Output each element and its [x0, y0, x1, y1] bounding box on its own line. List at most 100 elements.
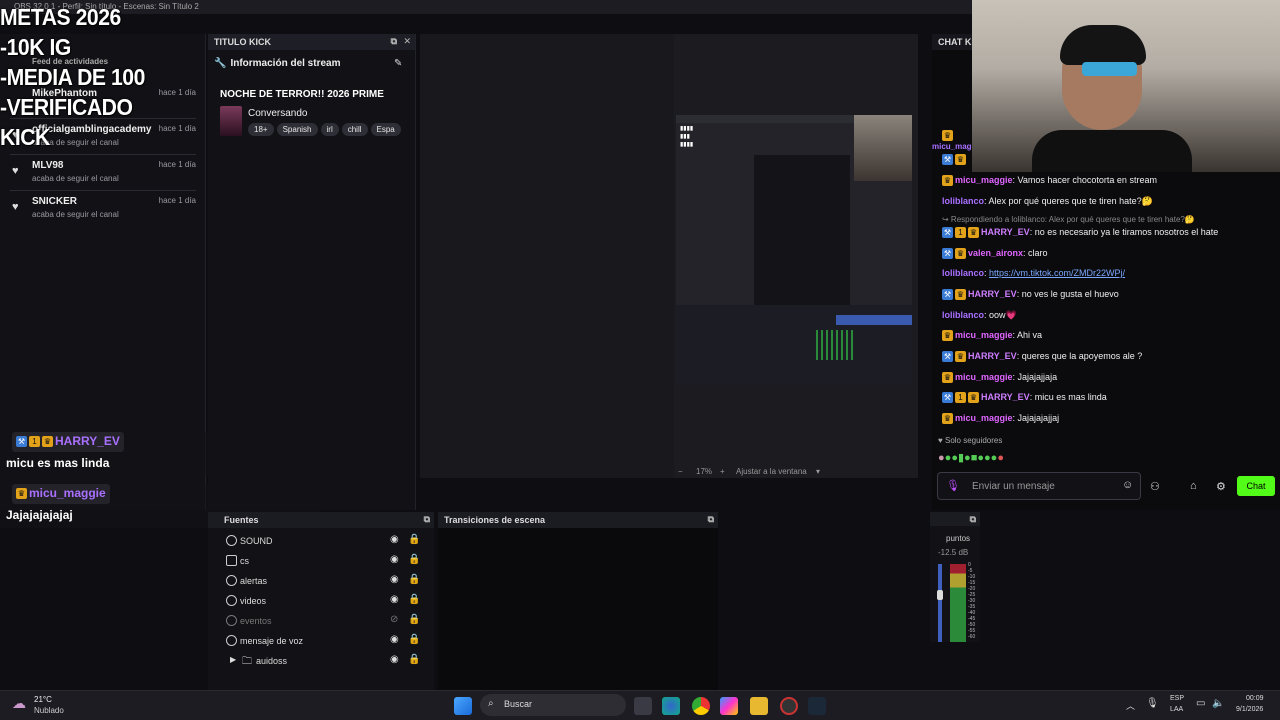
eye-icon[interactable]: ◉	[390, 534, 399, 545]
activity-name: MLV98	[32, 160, 64, 171]
chat-user[interactable]: HARRY_EV	[981, 392, 1030, 402]
eye-icon[interactable]: ◉	[390, 554, 399, 565]
clock-date[interactable]: 9/1/2026	[1236, 706, 1263, 713]
close-icon[interactable]: ✕	[403, 36, 411, 47]
network-icon[interactable]: ▭	[1196, 698, 1205, 709]
chat-input[interactable]: 🎙 Enviar un mensaje ☺	[937, 472, 1141, 500]
section-header: 🔧 Información del stream	[214, 58, 340, 69]
source-label: SOUND	[240, 536, 273, 546]
language-primary[interactable]: ESP	[1170, 695, 1184, 702]
source-item[interactable]: SOUND ◉ 🔒	[226, 532, 426, 552]
chat-link[interactable]: https://vm.tiktok.com/ZMDr22WPj/	[989, 268, 1125, 278]
chat-user[interactable]: micu_maggie	[955, 330, 1013, 340]
chevron-up-icon[interactable]: ︿	[1126, 699, 1135, 712]
speaker-icon[interactable]: 🔈	[1212, 698, 1224, 709]
chat-user[interactable]: HARRY_EV	[968, 351, 1017, 361]
stream-title: NOCHE DE TERROR!! 2026 PRIME	[220, 89, 384, 100]
taskbar-search[interactable]: ⌕ Buscar	[480, 694, 626, 716]
language-layout[interactable]: LAA	[1170, 706, 1183, 713]
audio-mixer-dock: ⧉ puntos -12.5 dB 0 -5 -10 -15 -20 -25 -30 -35-…	[930, 512, 980, 642]
expand-arrow-icon[interactable]: ▶	[230, 655, 236, 664]
emoji-icon[interactable]: ☺	[1122, 479, 1133, 491]
windows-start-icon[interactable]	[454, 697, 472, 715]
lock-icon[interactable]: 🔒	[408, 574, 420, 585]
volume-slider-handle[interactable]	[937, 590, 943, 600]
chat-user[interactable]: loliblanco	[942, 196, 984, 206]
source-label: cs	[240, 556, 249, 566]
steam-icon[interactable]	[808, 697, 826, 715]
eye-hidden-icon[interactable]: ⊘	[390, 614, 398, 625]
emote-icon[interactable]: ●	[997, 452, 1004, 464]
lock-icon[interactable]: 🔒	[408, 634, 420, 645]
edit-icon[interactable]: ✎	[394, 58, 402, 69]
clock-time[interactable]: 00:09	[1246, 695, 1264, 702]
chat-send-button[interactable]: Chat	[1237, 476, 1275, 496]
chat-message: ⚒ 1 ♛ HARRY_EV: micu es mas linda	[942, 392, 1107, 404]
wrench-icon: 🔧	[214, 58, 227, 69]
undock-icon[interactable]: ⧉	[970, 514, 976, 525]
chat-user[interactable]: micu_maggie	[955, 413, 1013, 423]
emote-icon[interactable]: ●	[977, 452, 984, 464]
eye-icon[interactable]: ◉	[390, 594, 399, 605]
chrome-icon[interactable]	[692, 697, 710, 715]
user-options-icon[interactable]: ⚇	[1150, 480, 1160, 493]
emote-icon[interactable]: ●	[984, 452, 991, 464]
chat-user[interactable]: loliblanco	[942, 268, 984, 278]
lock-icon[interactable]: 🔒	[408, 554, 420, 565]
source-item[interactable]: ▶ 🗀 auidoss ◉ 🔒	[226, 652, 426, 672]
chat-message: ♛ micu_maggie: Ahi va	[942, 330, 1043, 342]
emote-icon[interactable]: ●	[951, 452, 958, 464]
emote-bar[interactable]: ●●●▮●■●●●●	[938, 451, 1004, 464]
lock-icon[interactable]: 🔒	[408, 654, 420, 665]
undock-icon[interactable]: ⧉	[424, 514, 430, 525]
chat-user[interactable]: valen_aironx	[968, 248, 1023, 258]
weather-icon[interactable]: ☁	[12, 695, 26, 712]
lock-icon[interactable]: 🔒	[408, 534, 420, 545]
weather-temp[interactable]: 21°C	[34, 695, 52, 704]
zoom-out-button[interactable]: −	[678, 467, 683, 476]
emote-icon[interactable]: ●	[938, 452, 945, 464]
chat-user[interactable]: micu_maggie	[955, 372, 1013, 382]
chat-user[interactable]: HARRY_EV	[968, 289, 1017, 299]
goal-line: METAS 2026	[0, 4, 121, 30]
edge-icon[interactable]	[662, 697, 680, 715]
sources-dock: Fuentes ⧉ SOUND ◉ 🔒 cs ◉ 🔒 alertas ◉ 🔒 videos ◉ 🔒…	[208, 512, 434, 690]
source-item[interactable]: alertas ◉ 🔒	[226, 572, 426, 592]
copilot-icon[interactable]	[720, 697, 738, 715]
source-item[interactable]: cs ◉ 🔒	[226, 552, 426, 572]
chat-user[interactable]: loliblanco	[942, 310, 984, 320]
obs-icon[interactable]	[780, 697, 798, 715]
overlay-goals: METAS 2026 -10K IG -MEDIA DE 100 -VERIFI…	[0, 2, 200, 152]
lock-icon[interactable]: 🔒	[408, 594, 420, 605]
activity-item[interactable]: ♥ SNICKER hace 1 día acaba de seguir el …	[0, 196, 206, 230]
microphone-icon[interactable]: 🎙	[946, 479, 960, 492]
activity-item[interactable]: ♥ MLV98 hace 1 día acaba de seguir el ca…	[0, 160, 206, 194]
volume-slider[interactable]	[938, 564, 942, 642]
goal-line: -10K IG	[0, 34, 71, 60]
file-explorer-icon[interactable]	[750, 697, 768, 715]
task-view-icon[interactable]	[634, 697, 652, 715]
chat-user[interactable]: micu_maggie	[955, 175, 1013, 185]
eye-icon[interactable]: ◉	[390, 634, 399, 645]
chat-user[interactable]: HARRY_EV	[981, 227, 1030, 237]
source-item[interactable]: mensaje de voz ◉ 🔒	[226, 632, 426, 652]
lock-icon[interactable]: 🔒	[408, 614, 420, 625]
tag: chill	[341, 123, 368, 136]
activity-sub: acaba de seguir el canal	[32, 210, 119, 219]
undock-icon[interactable]: ⧉	[708, 514, 714, 525]
source-item[interactable]: videos ◉ 🔒	[226, 592, 426, 612]
emote-icon[interactable]: ●	[964, 452, 971, 464]
eye-icon[interactable]: ◉	[390, 574, 399, 585]
weather-desc[interactable]: Nublado	[34, 706, 64, 715]
gear-icon[interactable]: ⚙	[1216, 480, 1226, 493]
undock-icon[interactable]: ⧉	[391, 36, 397, 47]
fit-window-button[interactable]: Ajustar a la ventana	[736, 467, 807, 476]
source-item[interactable]: eventos ⊘ 🔒	[226, 612, 426, 632]
eye-icon[interactable]: ◉	[390, 654, 399, 665]
overlay-user: HARRY_EV	[55, 434, 120, 448]
zoom-in-button[interactable]: +	[720, 467, 725, 476]
store-icon[interactable]: ⌂	[1190, 480, 1197, 492]
chevron-down-icon[interactable]: ▾	[816, 467, 820, 476]
microphone-icon[interactable]: 🎙	[1146, 698, 1159, 709]
category-name: Conversando	[248, 108, 308, 119]
